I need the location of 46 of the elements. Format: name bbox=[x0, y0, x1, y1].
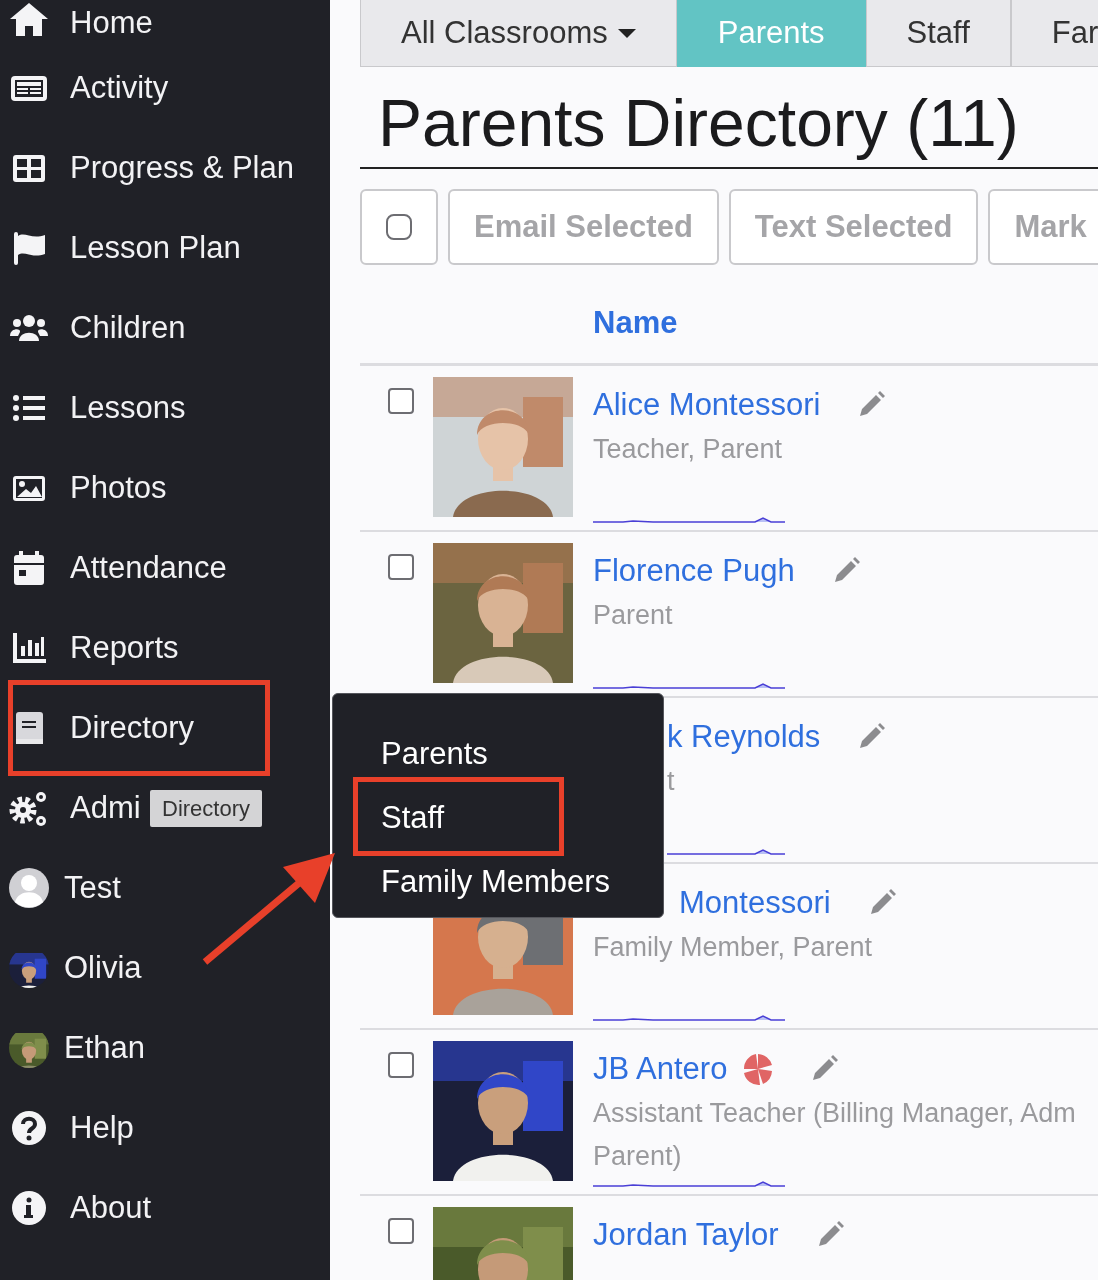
sidebar-item[interactable]: Progress & Plan bbox=[70, 144, 294, 192]
role-text: Parent) bbox=[593, 1140, 683, 1174]
checkbox[interactable] bbox=[388, 553, 414, 580]
sidebar-item[interactable]: Help bbox=[70, 1104, 134, 1152]
tab[interactable]: Staff bbox=[865, 0, 1011, 67]
person-link[interactable]: JB Antero bbox=[593, 1045, 728, 1093]
sidebar-item[interactable]: Reports bbox=[70, 624, 179, 672]
menu-item[interactable]: Family Members bbox=[381, 858, 611, 906]
sidebar-item[interactable]: Children bbox=[70, 304, 186, 352]
sidebar-item[interactable]: Olivia bbox=[64, 944, 142, 992]
sidebar-item[interactable]: Directory bbox=[70, 704, 194, 752]
sidebar-item[interactable]: About bbox=[70, 1184, 151, 1232]
page-title: Parents Directory (11) bbox=[378, 85, 1020, 162]
person-link[interactable]: Florence Pugh bbox=[593, 547, 795, 595]
info-icon bbox=[9, 1188, 49, 1228]
sidebar-item[interactable]: Home bbox=[70, 0, 153, 47]
role-text: t bbox=[667, 765, 676, 799]
menu-item[interactable]: Parents bbox=[381, 730, 488, 778]
caret-icon bbox=[617, 28, 636, 38]
role-text: Family Member, Parent bbox=[593, 931, 874, 965]
person-link[interactable]: Alice Montessori bbox=[593, 381, 821, 429]
sidebar-item[interactable]: Admi bbox=[70, 784, 141, 832]
menu-item[interactable]: Staff bbox=[381, 794, 445, 842]
sidebar-item[interactable]: Lesson Plan bbox=[70, 224, 241, 272]
role-text: Parent bbox=[593, 599, 674, 633]
sidebar-item[interactable]: Activity bbox=[70, 64, 169, 112]
tab[interactable]: Far bbox=[1010, 0, 1098, 67]
checkbox[interactable] bbox=[388, 1051, 414, 1078]
help-icon bbox=[9, 1108, 49, 1148]
person-link[interactable]: k Reynolds bbox=[667, 713, 821, 761]
checkbox[interactable] bbox=[386, 213, 412, 240]
checkbox[interactable] bbox=[388, 387, 414, 414]
sidebar-item[interactable]: Ethan bbox=[64, 1024, 145, 1072]
sidebar-item[interactable]: Photos bbox=[70, 464, 167, 512]
role-text: Teacher, Parent bbox=[593, 433, 784, 467]
role-text: Assistant Teacher (Billing Manager, Adm bbox=[593, 1097, 1077, 1131]
column-header[interactable]: Name bbox=[593, 300, 678, 347]
tab[interactable]: All Classrooms bbox=[360, 0, 677, 67]
person-link[interactable]: Jordan Taylor bbox=[593, 1211, 779, 1259]
person-link[interactable]: Montessori bbox=[679, 879, 831, 927]
sidebar-item[interactable]: Test bbox=[64, 864, 121, 912]
select-all-button[interactable] bbox=[360, 188, 438, 265]
sidebar-item[interactable]: Lessons bbox=[70, 384, 186, 432]
tooltip: Directory bbox=[150, 790, 262, 827]
sidebar-item[interactable]: Attendance bbox=[70, 544, 227, 592]
checkbox[interactable] bbox=[388, 1217, 414, 1244]
